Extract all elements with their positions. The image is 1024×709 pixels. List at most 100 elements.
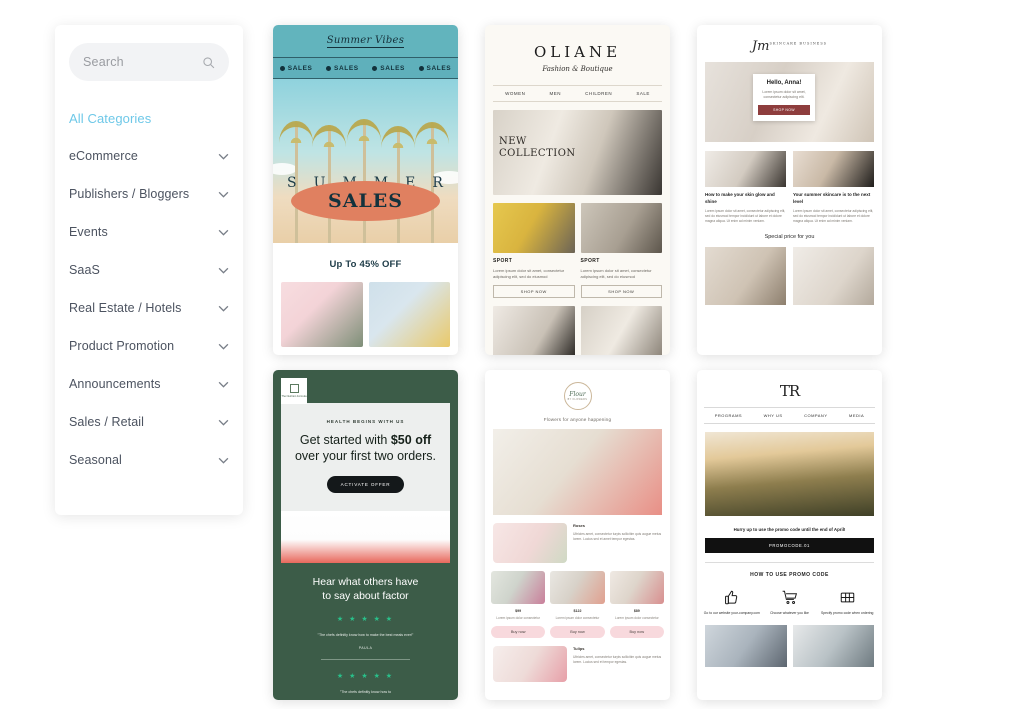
sidebar-item-product-promotion[interactable]: Product Promotion xyxy=(69,339,229,353)
nav-item-women[interactable]: WOMEN xyxy=(505,91,525,96)
sidebar-item-ecommerce[interactable]: eCommerce xyxy=(69,149,229,163)
product-desc: Lorem ipsum dolor consectetur xyxy=(614,616,659,620)
activate-offer-button[interactable]: ACTIVATE OFFER xyxy=(326,476,405,493)
sidebar-item-label: eCommerce xyxy=(69,149,138,163)
promo-hero-image xyxy=(705,432,874,516)
search-placeholder: Search xyxy=(83,55,124,69)
promo-code-banner: PROMOCODE.01 xyxy=(705,538,874,553)
sidebar-item-events[interactable]: Events xyxy=(69,225,229,239)
feature-text-block: Roses Ultricies amet, consectetur turpis… xyxy=(573,523,662,542)
product-cell xyxy=(580,306,662,355)
sidebar-item-label: Announcements xyxy=(69,377,161,391)
promo-hurry-text: Hurry up to use the promo code until the… xyxy=(733,527,846,532)
article-image xyxy=(793,151,874,187)
oliane-product-row-2 xyxy=(493,306,662,355)
factor-logo: The Nutrition Formula xyxy=(281,378,307,404)
shop-now-button[interactable]: SHOP NOW xyxy=(493,285,575,298)
logo-sub: BY FLOWERS xyxy=(567,398,588,401)
shop-now-button[interactable]: SHOP NOW xyxy=(758,105,810,115)
promo-logo: TR xyxy=(779,382,800,400)
nav-item-sale[interactable]: SALE xyxy=(636,91,650,96)
nav-item-men[interactable]: MEN xyxy=(550,91,562,96)
summer-hero: S U M M E R SALES xyxy=(273,79,458,243)
product-text: Lorem ipsum dolor sit amet, consectetur … xyxy=(580,268,652,279)
ticker-item: SALES xyxy=(326,65,359,72)
footer-image xyxy=(792,625,874,667)
factor-food-image xyxy=(281,511,450,563)
nav-item-company[interactable]: COMPANY xyxy=(804,413,827,418)
star-rating-icon: ★ ★ ★ ★ ★ xyxy=(336,616,395,623)
nav-item-children[interactable]: CHILDREN xyxy=(585,91,612,96)
feature-image xyxy=(493,645,567,682)
palm-icon xyxy=(415,122,449,144)
article-image xyxy=(705,151,786,187)
shop-now-button[interactable]: SHOP NOW xyxy=(580,285,662,298)
testimonial-quote: "The chefs definitly know how to make th… xyxy=(317,633,414,637)
sidebar-item-seasonal[interactable]: Seasonal xyxy=(69,453,229,467)
oliane-tagline: Fashion & Boutique xyxy=(542,65,613,73)
footer-image xyxy=(705,625,787,667)
special-price-heading: Special price for you xyxy=(764,234,815,240)
sidebar-item-real-estate-hotels[interactable]: Real Estate / Hotels xyxy=(69,301,229,315)
template-card-skincare[interactable]: JmSKINCARE BUSINESS Hello, Anna! Lorem i… xyxy=(697,25,882,355)
product-image xyxy=(493,203,575,253)
nav-item-programs[interactable]: PROGRAMS xyxy=(715,413,742,418)
promo-footer-images xyxy=(705,625,874,667)
template-card-summer-sales[interactable]: Summer Vibes SALES SALES SALES SALES S U… xyxy=(273,25,458,355)
sidebar-item-label: SaaS xyxy=(69,263,100,277)
sidebar-item-label: Real Estate / Hotels xyxy=(69,301,182,315)
sidebar-item-publishers-bloggers[interactable]: Publishers / Bloggers xyxy=(69,187,229,201)
palm-icon xyxy=(347,119,381,141)
buy-now-button[interactable]: Buy now xyxy=(491,625,546,638)
product-price: $99 xyxy=(515,609,522,613)
ticker-item: SALES xyxy=(279,65,313,72)
sidebar-item-label: Events xyxy=(69,225,108,239)
sidebar-item-announcements[interactable]: Announcements xyxy=(69,377,229,391)
factor-kicker: HEALTH BEGINS WITH US xyxy=(326,419,405,424)
promo-step: Go to our website your-company.com xyxy=(703,588,761,616)
product-desc: Lorem ipsum dolor consectetur xyxy=(496,616,541,620)
product-image xyxy=(491,571,546,604)
nav-item-media[interactable]: MEDIA xyxy=(849,413,864,418)
oliane-product-row: SPORT Lorem ipsum dolor sit amet, consec… xyxy=(493,203,662,298)
buy-now-button[interactable]: Buy now xyxy=(550,625,605,638)
template-card-promo[interactable]: TR PROGRAMS WHY US COMPANY MEDIA Hurry u… xyxy=(697,370,882,700)
product-image xyxy=(580,203,662,253)
step-caption: Choose whatever you like xyxy=(770,611,809,615)
divider xyxy=(705,562,874,563)
summer-product-row xyxy=(273,282,458,347)
dot-icon xyxy=(418,65,424,71)
sidebar-item-all-categories[interactable]: All Categories xyxy=(69,107,229,126)
feature-text-block: Tulips Ultricies amet, consectetur turpi… xyxy=(573,646,662,665)
product-cell: SPORT Lorem ipsum dolor sit amet, consec… xyxy=(493,203,575,298)
buy-now-button[interactable]: Buy now xyxy=(609,625,664,638)
oliane-nav: WOMEN MEN CHILDREN SALE xyxy=(493,85,662,102)
feature-image xyxy=(493,523,567,563)
flowers-product-tiles: $99 Lorem ipsum dolor consectetur Buy no… xyxy=(491,571,664,638)
nav-item-why-us[interactable]: WHY US xyxy=(764,413,783,418)
flowers-feature: Roses Ultricies amet, consectetur turpis… xyxy=(493,523,662,563)
logo-text: Flour xyxy=(569,391,586,398)
category-list: All Categories eCommerce Publishers / Bl… xyxy=(55,107,243,467)
summer-sales-ticker: SALES SALES SALES SALES xyxy=(273,57,458,79)
sidebar-item-saas[interactable]: SaaS xyxy=(69,263,229,277)
promo-nav: PROGRAMS WHY US COMPANY MEDIA xyxy=(704,407,875,424)
step-caption: Specify promo code when ordering xyxy=(820,611,874,615)
product-price: $122 xyxy=(573,609,582,613)
testimonial-quote: "The chefs definitly know how to xyxy=(339,689,392,694)
palm-icon xyxy=(279,121,313,143)
template-card-oliane[interactable]: OLIANE Fashion & Boutique WOMEN MEN CHIL… xyxy=(485,25,670,355)
search-input[interactable]: Search xyxy=(69,43,229,81)
promo-step: Specify promo code when ordering xyxy=(818,588,876,616)
factor-offer-panel: HEALTH BEGINS WITH US Get started with $… xyxy=(281,403,450,511)
greeting-title: Hello, Anna! xyxy=(766,80,802,86)
sidebar-item-sales-retail[interactable]: Sales / Retail xyxy=(69,415,229,429)
logo-mark-icon xyxy=(289,383,299,393)
search-icon xyxy=(203,56,215,68)
template-card-factor[interactable]: The Nutrition Formula HEALTH BEGINS WITH… xyxy=(273,370,458,700)
promo-steps: Go to our website your-company.com Choos… xyxy=(703,588,876,616)
product-desc: Lorem ipsum dolor consectetur xyxy=(555,616,600,620)
template-card-flowers[interactable]: Flour BY FLOWERS Flowers for anyone happ… xyxy=(485,370,670,700)
sidebar-item-label: Seasonal xyxy=(69,453,122,467)
oliane-brand: OLIANE xyxy=(533,43,622,61)
